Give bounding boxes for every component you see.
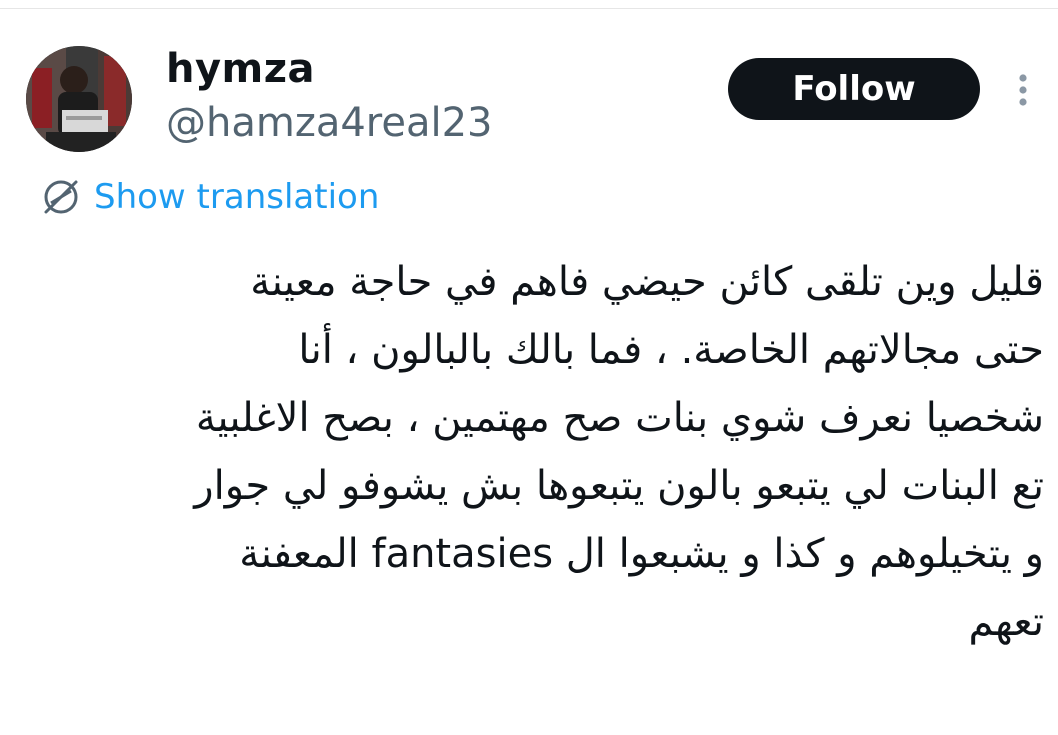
show-translation-label: Show translation [94, 177, 380, 217]
tweet-line: شخصيا نعرف شوي بنات صح مهتمين ، بصح الاغ… [195, 395, 1044, 441]
avatar[interactable] [26, 46, 132, 152]
avatar-photo [26, 46, 132, 152]
globe-icon [40, 176, 82, 218]
tweet-line: تعهم [968, 599, 1045, 645]
author-info: hymza @hamza4real23 [166, 44, 492, 148]
follow-button[interactable]: Follow [728, 58, 980, 120]
display-name[interactable]: hymza [166, 44, 492, 94]
tweet-line: تع البنات لي يتبعو بالون يتبعوها بش يشوف… [194, 463, 1044, 509]
tweet-text: قليل وين تلقى كائن حيضي فاهم في حاجة معي… [14, 248, 1044, 656]
top-divider [0, 0, 1058, 9]
tweet-line: حتى مجالاتهم الخاصة. ، فما بالك بالبالون… [298, 327, 1044, 373]
tweet-line: قليل وين تلقى كائن حيضي فاهم في حاجة معي… [250, 259, 1044, 305]
show-translation-link[interactable]: Show translation [40, 172, 379, 222]
tweet-line: و يتخيلوهم و كذا و يشبعوا ال fantasies ا… [239, 531, 1044, 577]
user-handle[interactable]: @hamza4real23 [166, 98, 492, 148]
more-vertical-icon[interactable] [1008, 72, 1038, 108]
